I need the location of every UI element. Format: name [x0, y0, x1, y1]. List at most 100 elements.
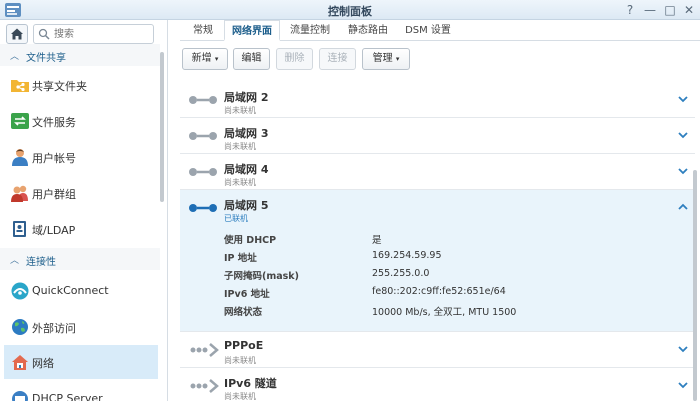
interface-row-lan2[interactable]: 局域网 2 尚未联机: [180, 82, 695, 118]
chevron-up-icon: ︿: [10, 52, 20, 62]
chevron-down-icon[interactable]: [676, 128, 690, 142]
interface-row-pppoe[interactable]: PPPoE 尚未联机: [180, 332, 695, 368]
detail-key: 网络状态: [224, 307, 263, 318]
home-button[interactable]: [6, 24, 28, 44]
section-file-sharing[interactable]: ︿ 文件共享: [0, 44, 160, 66]
sidebar-item-label: 共享文件夹: [32, 80, 87, 93]
interface-status: 尚未联机: [224, 142, 256, 151]
sidebar-item-user-account[interactable]: 用户帐号: [4, 140, 158, 174]
tab-static-route[interactable]: 静态路由: [340, 20, 396, 41]
sidebar-item-label: QuickConnect: [32, 284, 109, 297]
lan-disconnected-icon: [189, 132, 217, 140]
create-label: 新增: [191, 53, 212, 64]
chevron-down-icon[interactable]: [676, 342, 690, 356]
lan-connected-icon: [189, 204, 217, 212]
sidebar-item-domain-ldap[interactable]: 域/LDAP: [4, 212, 158, 246]
interface-row-lan3[interactable]: 局域网 3 尚未联机: [180, 118, 695, 154]
sidebar-item-file-services[interactable]: 文件服务: [4, 104, 158, 138]
home-icon: [11, 28, 23, 40]
sidebar-item-label: 文件服务: [32, 116, 76, 129]
sidebar-item-label: 用户帐号: [32, 152, 76, 165]
title-bar: 控制面板 ? — □ ✕: [0, 0, 700, 20]
file-services-icon: [11, 113, 29, 129]
help-icon[interactable]: ?: [622, 2, 638, 18]
interface-status: 已联机: [224, 214, 248, 223]
dropdown-arrow-icon: ▾: [395, 55, 400, 63]
sidebar-item-shared-folder[interactable]: 共享文件夹: [4, 68, 158, 102]
section-connectivity[interactable]: ︿ 连接性: [0, 248, 160, 270]
ipv6-tunnel-icon: [190, 379, 219, 393]
sidebar-item-dhcp-server[interactable]: DHCP Server: [4, 382, 158, 401]
sidebar-item-quickconnect[interactable]: QuickConnect: [4, 274, 158, 308]
delete-button[interactable]: 删除: [276, 48, 313, 70]
detail-key: IP 地址: [224, 253, 257, 264]
maximize-icon[interactable]: □: [662, 2, 678, 18]
interface-status: 尚未联机: [224, 106, 256, 115]
detail-value: 169.254.59.95: [372, 250, 442, 261]
tab-general[interactable]: 常规: [184, 20, 222, 41]
interface-status: 尚未联机: [224, 356, 256, 365]
sidebar-item-label: 网络: [32, 357, 54, 370]
sidebar: ︿ 文件共享 共享文件夹 文件服务 用户帐号 用户群组: [0, 20, 168, 401]
connect-button[interactable]: 连接: [319, 48, 356, 70]
edit-button[interactable]: 编辑: [233, 48, 270, 70]
search-box[interactable]: [33, 24, 154, 44]
interface-name: 局域网 2: [224, 91, 269, 104]
sidebar-item-label: 域/LDAP: [32, 224, 76, 237]
tab-bar: 常规 网络界面 流量控制 静态路由 DSM 设置: [180, 20, 700, 41]
interface-name: IPv6 隧道: [224, 377, 277, 390]
section-label: 连接性: [26, 257, 56, 268]
sidebar-item-external-access[interactable]: 外部访问: [4, 310, 158, 344]
interface-name: 局域网 5: [224, 199, 269, 212]
pppoe-icon: [190, 343, 219, 357]
network-home-icon: [12, 355, 28, 370]
sidebar-scrollbar[interactable]: [160, 52, 164, 202]
tab-network-interface[interactable]: 网络界面: [224, 20, 280, 41]
chevron-down-icon[interactable]: [676, 92, 690, 106]
share-folder-icon: [11, 80, 29, 92]
interface-row-lan4[interactable]: 局域网 4 尚未联机: [180, 154, 695, 190]
manage-label: 管理: [372, 53, 393, 64]
search-input[interactable]: [54, 27, 150, 41]
sidebar-item-label: 用户群组: [32, 188, 76, 201]
tab-dsm-settings[interactable]: DSM 设置: [398, 20, 458, 41]
tab-traffic-control[interactable]: 流量控制: [282, 20, 338, 41]
search-icon: [38, 28, 50, 40]
detail-value: fe80::202:c9ff:fe52:651e/64: [372, 286, 506, 297]
user-icon: [12, 149, 28, 166]
main-scrollbar[interactable]: [693, 170, 697, 401]
globe-icon: [12, 319, 28, 335]
sidebar-item-label: 外部访问: [32, 322, 76, 335]
detail-key: IPv6 地址: [224, 289, 270, 300]
detail-value: 255.255.0.0: [372, 268, 430, 279]
interface-list: 局域网 2 尚未联机 局域网 3 尚未联机 局域网 4 尚未联机 局域网 5 已…: [180, 78, 700, 401]
interface-name: 局域网 3: [224, 127, 269, 140]
chevron-down-icon[interactable]: [676, 378, 690, 392]
sidebar-item-network[interactable]: 网络: [4, 345, 158, 379]
user-group-icon: [11, 185, 28, 202]
sidebar-item-user-group[interactable]: 用户群组: [4, 176, 158, 210]
detail-value: 是: [372, 235, 382, 246]
create-button[interactable]: 新增 ▾: [182, 48, 228, 70]
interface-row-lan5[interactable]: 局域网 5 已联机 使用 DHCP 是 IP 地址 169.254.59.95 子网…: [180, 190, 695, 332]
toolbar: 新增 ▾ 编辑 删除 连接 管理 ▾: [180, 48, 700, 72]
close-icon[interactable]: ✕: [681, 2, 697, 18]
chevron-up-icon[interactable]: [676, 200, 690, 214]
window-title: 控制面板: [328, 5, 372, 18]
section-label: 文件共享: [26, 53, 66, 64]
lan-disconnected-icon: [189, 96, 217, 104]
interface-name: PPPoE: [224, 339, 264, 352]
detail-key: 使用 DHCP: [224, 235, 277, 246]
minimize-icon[interactable]: —: [642, 2, 658, 18]
quickconnect-icon: [11, 282, 29, 300]
manage-button[interactable]: 管理 ▾: [362, 48, 410, 70]
sidebar-item-label: DHCP Server: [32, 392, 103, 401]
dhcp-server-icon: [12, 391, 28, 401]
detail-value: 10000 Mb/s, 全双工, MTU 1500: [372, 307, 517, 318]
dropdown-arrow-icon: ▾: [214, 55, 219, 63]
chevron-up-icon: ︿: [10, 256, 20, 266]
interface-row-ipv6-tunnel[interactable]: IPv6 隧道 尚未联机: [180, 368, 695, 401]
lan-disconnected-icon: [189, 168, 217, 176]
chevron-down-icon[interactable]: [676, 164, 690, 178]
interface-status: 尚未联机: [224, 178, 256, 187]
